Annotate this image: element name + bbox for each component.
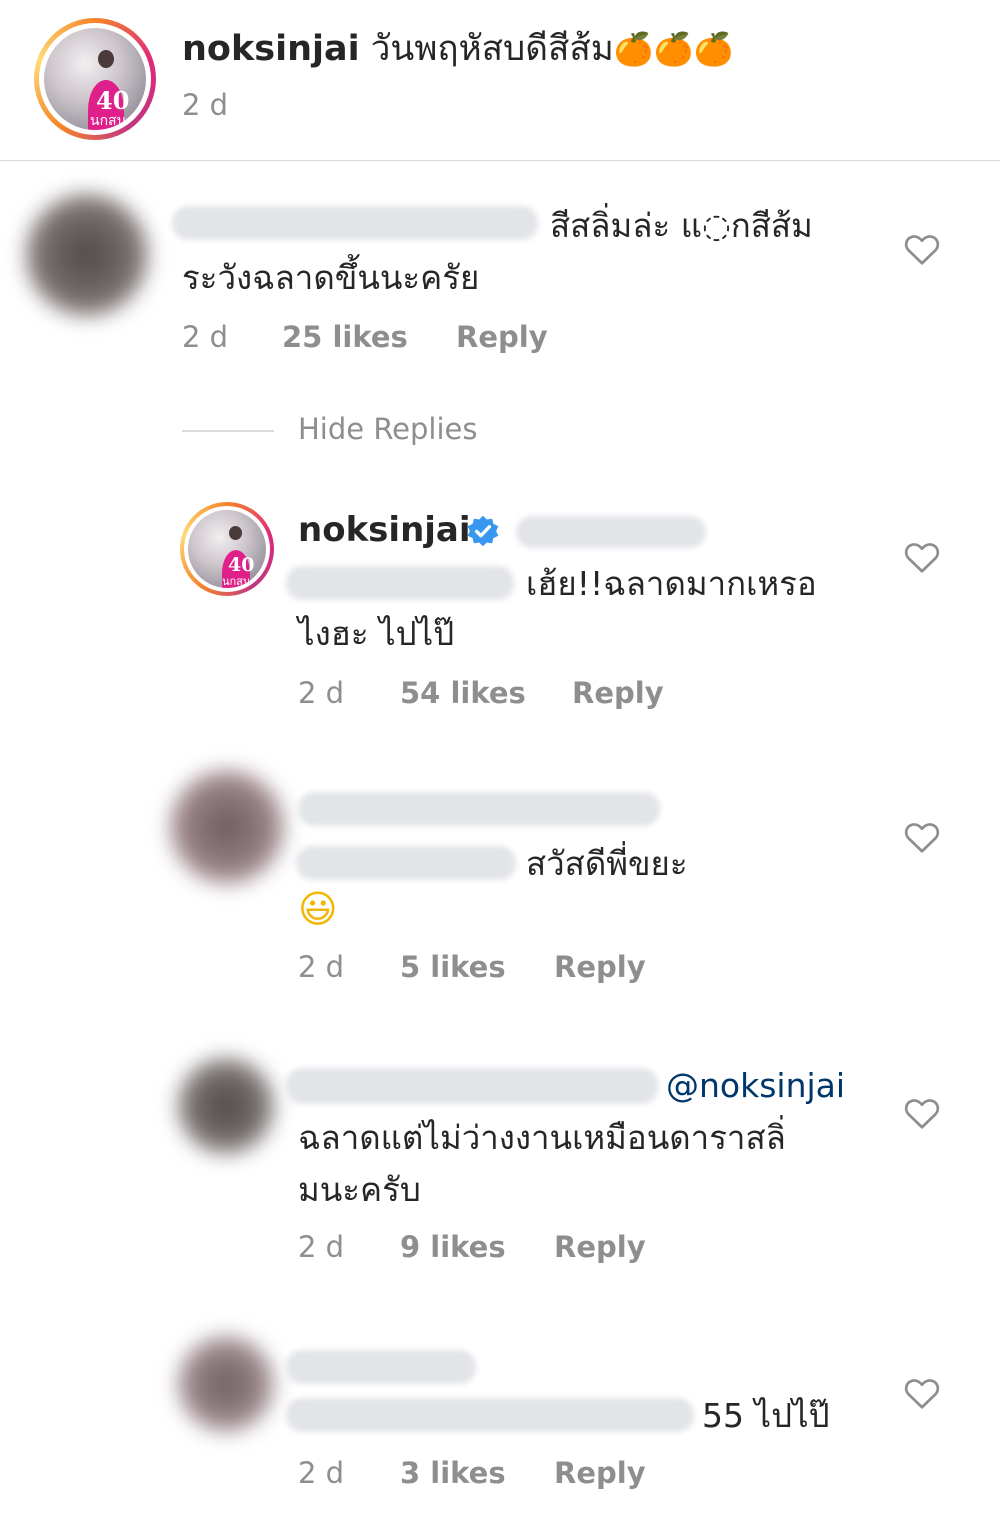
reply-text-line1: ฉลาดแต่ไม่ว่างงานเหมือนดาราสลิ่ [298, 1118, 786, 1157]
reply-text-line1: 55 ไปไป๊ [702, 1396, 830, 1435]
avatar[interactable] [178, 1058, 274, 1154]
hide-replies-button[interactable]: Hide Replies [298, 412, 478, 446]
avatar[interactable] [26, 194, 148, 316]
reply-button[interactable]: Reply [554, 1456, 646, 1490]
comment: สีสลิ่มล่ะ แ◌กสีส้ม ระวังฉลาดขึ้นนะครัย … [0, 170, 1000, 380]
avatar[interactable] [178, 1336, 274, 1432]
mention-redacted[interactable] [296, 846, 516, 880]
mention-redacted[interactable] [516, 516, 706, 548]
reply-text-line1: เฮ้ย!!ฉลาดมากเหรอ [526, 564, 817, 603]
comment-text-line1: สีสลิ่มล่ะ แ◌กสีส้ม [550, 206, 813, 245]
verified-badge-icon [467, 515, 499, 547]
post-caption: 40 นกสน noksinjai วันพฤหัสบดีสีส้ม🍊🍊🍊 2 … [0, 0, 1000, 160]
username-redacted[interactable] [172, 206, 538, 240]
reply-timestamp: 2 d [298, 1230, 345, 1264]
reply-text-line1: สวัสดีพี่ขยะ [526, 844, 688, 883]
avatar-badge-label: นกสน [90, 113, 127, 129]
reply-likes[interactable]: 54 likes [400, 676, 526, 710]
reply-text-line2: ไงฮะ ไปไป๊ [298, 614, 455, 653]
post-avatar[interactable]: 40 นกสน [34, 18, 156, 140]
orange-emoji-icon: 🍊🍊🍊 [613, 30, 734, 68]
reply: สวัสดีพี่ขยะ 😃 2 d 5 likes Reply [0, 760, 1000, 1000]
like-heart-icon[interactable] [904, 1376, 940, 1410]
comment-timestamp: 2 d [182, 320, 229, 354]
mention-redacted[interactable] [286, 566, 514, 600]
avatar[interactable] [170, 770, 284, 884]
mention-redacted[interactable] [286, 1398, 694, 1432]
reply-timestamp: 2 d [298, 1456, 345, 1490]
reply-button[interactable]: Reply [572, 676, 664, 710]
reply-button[interactable]: Reply [554, 950, 646, 984]
reply-username[interactable]: noksinjai [298, 508, 471, 552]
reply-likes[interactable]: 3 likes [400, 1456, 506, 1490]
username-redacted[interactable] [286, 1068, 658, 1104]
reply-likes[interactable]: 9 likes [400, 1230, 506, 1264]
username-redacted[interactable] [298, 792, 660, 826]
reply-timestamp: 2 d [298, 950, 345, 984]
hide-replies-line [182, 430, 274, 432]
reply: 55 ไปไป๊ 2 d 3 likes Reply [0, 1320, 1000, 1520]
comment-likes[interactable]: 25 likes [282, 320, 408, 354]
reply-timestamp: 2 d [298, 676, 345, 710]
comment-text-line2: ระวังฉลาดขึ้นนะครัย [182, 258, 480, 297]
smiley-emoji-icon: 😃 [298, 887, 338, 931]
avatar-badge-label: นกสน [222, 575, 251, 588]
reply: @noksinjai ฉลาดแต่ไม่ว่างงานเหมือนดาราสล… [0, 1040, 1000, 1280]
reply-likes[interactable]: 5 likes [400, 950, 506, 984]
like-heart-icon[interactable] [904, 820, 940, 854]
reply-button[interactable]: Reply [554, 1230, 646, 1264]
post-timestamp: 2 d [182, 88, 229, 122]
like-heart-icon[interactable] [904, 540, 940, 574]
reply-button[interactable]: Reply [456, 320, 548, 354]
caption-divider [0, 160, 1000, 161]
post-caption-text: วันพฤหัสบดีสีส้ม [370, 29, 614, 69]
reply-text-line2: มนะครับ [298, 1170, 421, 1209]
reply: 40 นกสน noksinjai เฮ้ย!!ฉลาดมากเหรอ ไงฮะ… [0, 496, 1000, 726]
mention-link[interactable]: @noksinjai [666, 1060, 845, 1112]
post-username[interactable]: noksinjai [182, 29, 360, 69]
like-heart-icon[interactable] [904, 232, 940, 266]
username-redacted[interactable] [286, 1350, 476, 1384]
reply-avatar[interactable]: 40 นกสน [180, 502, 274, 596]
like-heart-icon[interactable] [904, 1096, 940, 1130]
